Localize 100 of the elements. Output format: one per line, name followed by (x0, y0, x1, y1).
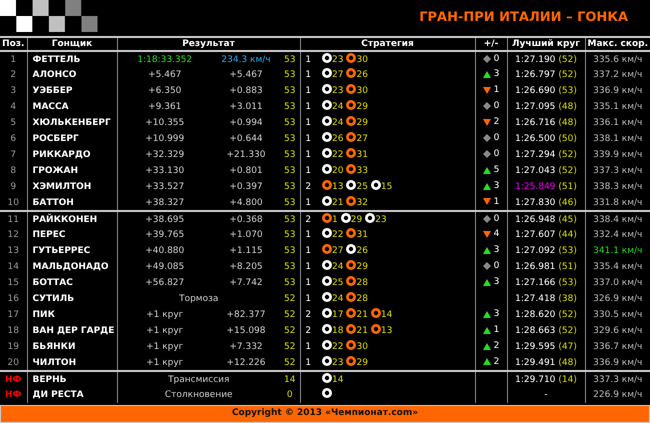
gap-cell: +49.085 (117, 259, 212, 275)
position-cell: НФ (0, 387, 27, 403)
tyre-icon (322, 372, 332, 382)
tyre-icon (346, 244, 356, 254)
best-lap-time: 1:27.166 (515, 278, 556, 288)
interval-cell-text: +0.644 (228, 133, 264, 146)
driver-name: ДИ РЕСТА (27, 387, 117, 403)
laps-cell: 52 (280, 339, 300, 355)
gap-cell: 1:18:33.352 (117, 51, 212, 67)
max-speed-cell: 337.2 км/ч (585, 67, 650, 83)
tyre-laps: 13 (380, 327, 392, 336)
best-lap-time: 1:26.981 (515, 262, 556, 272)
status-cell: Трансмиссия (117, 371, 280, 387)
laps-cell: 53 (280, 211, 300, 227)
interval-cell-text: +5.467 (228, 69, 264, 82)
column-header: Гонщик (27, 37, 117, 51)
max-speed-cell: 336.9 км/ч (585, 83, 650, 99)
best-lap-time: 1:26.716 (515, 118, 556, 128)
best-lap-number: (52) (558, 310, 577, 320)
position-cell: 16 (0, 291, 27, 307)
laps-cell: 53 (280, 67, 300, 83)
tyre-icon (322, 388, 332, 398)
best-lap-number: (51) (558, 262, 577, 272)
tyre-icon (346, 164, 356, 174)
tyre-laps: 27 (332, 71, 344, 80)
position-cell: 1 (0, 51, 27, 67)
interval-cell-text: +3.011 (228, 101, 264, 114)
tyre-icon (370, 324, 381, 334)
position-change: 1 (494, 196, 500, 208)
tyre-laps: 18 (332, 327, 344, 336)
driver-name: ГУТЬЕРРЕС (27, 243, 117, 259)
tyre-icon (370, 180, 381, 190)
max-speed-cell: 335.1 км/ч (585, 99, 650, 115)
laps-cell: 0 (280, 387, 300, 403)
tyre-icon (322, 260, 332, 270)
position-cell: 6 (0, 131, 27, 147)
position-change: 3 (494, 180, 500, 192)
best-lap-number: (53) (558, 278, 577, 288)
driver-name: РОСБЕРГ (27, 131, 117, 147)
driver-name: ФЕТТЕЛЬ (27, 51, 117, 67)
interval-cell-text: +0.883 (228, 85, 264, 98)
position-change: 0 (494, 212, 500, 224)
position-cell: 5 (0, 115, 27, 131)
laps-cell: 53 (280, 163, 300, 179)
best-lap-time: 1:26.797 (515, 70, 556, 80)
tyre-icon (322, 244, 332, 254)
column-header: Стратегия (300, 37, 476, 51)
max-speed-cell: 338.4 км/ч (585, 211, 650, 227)
best-lap-time: 1:27.095 (515, 102, 556, 112)
stops-cell: 1 (300, 115, 316, 131)
laps-cell: 52 (280, 307, 300, 323)
interval-cell: +12.226 (212, 355, 280, 371)
stops-cell: 1 (300, 227, 316, 243)
tyre-laps: 23 (332, 358, 344, 368)
tyre-icon (346, 324, 356, 334)
position-change: 3 (494, 244, 500, 256)
max-speed-cell: 335.6 км/ч (585, 51, 650, 67)
position-cell: 4 (0, 99, 27, 115)
laps-cell: 14 (280, 371, 300, 387)
driver-name: ВЕРНЬ (27, 371, 117, 387)
tyre-icon (322, 356, 332, 366)
position-cell: 9 (0, 179, 27, 195)
position-cell: 11 (0, 211, 27, 227)
best-lap-number: (53) (558, 86, 577, 96)
best-lap-time: 1:27.830 (515, 198, 556, 208)
tyre-laps: 15 (380, 183, 392, 192)
tyre-laps: 29 (350, 216, 362, 224)
interval-cell: 234.3 км/ч (212, 51, 280, 67)
interval-cell-text: +0.397 (228, 181, 264, 194)
position-cell: 17 (0, 307, 27, 323)
stops-cell: 1 (300, 195, 316, 211)
best-lap-number: (14) (558, 374, 577, 384)
best-lap-time: 1:27.294 (515, 150, 556, 160)
tyre-icon (346, 276, 356, 286)
tyre-laps: 29 (356, 263, 368, 272)
status-cell: Тормоза (117, 291, 280, 307)
tyre-laps: 22 (332, 343, 344, 352)
best-lap-time: 1:28.620 (515, 310, 556, 320)
tyre-icon (346, 340, 356, 350)
gap-cell: +1 круг (117, 355, 212, 371)
best-lap-time: 1:27.092 (515, 246, 556, 256)
stops-cell: 2 (300, 211, 316, 227)
position-change: 1 (494, 84, 500, 96)
stops-cell: 1 (300, 275, 316, 291)
best-lap-number: (50) (558, 134, 577, 144)
best-lap-time: 1:26.690 (515, 86, 556, 96)
max-speed-cell: 335.4 км/ч (585, 259, 650, 275)
best-lap-time: 1:26.500 (515, 134, 556, 144)
position-cell: 13 (0, 243, 27, 259)
max-speed-cell: 336.9 км/ч (585, 355, 650, 371)
driver-name: БАТТОН (27, 195, 117, 211)
tyre-icon (322, 196, 332, 206)
tyre-icon (322, 180, 332, 190)
stops-cell: 1 (300, 131, 316, 147)
best-lap-time: 1:27.190 (515, 54, 556, 64)
tyre-laps: 14 (380, 311, 392, 320)
max-speed-cell: 339.9 км/ч (585, 147, 650, 163)
tyre-laps: 30 (356, 343, 368, 352)
tyre-icon (346, 356, 356, 366)
gap-cell: +33.130 (117, 163, 212, 179)
